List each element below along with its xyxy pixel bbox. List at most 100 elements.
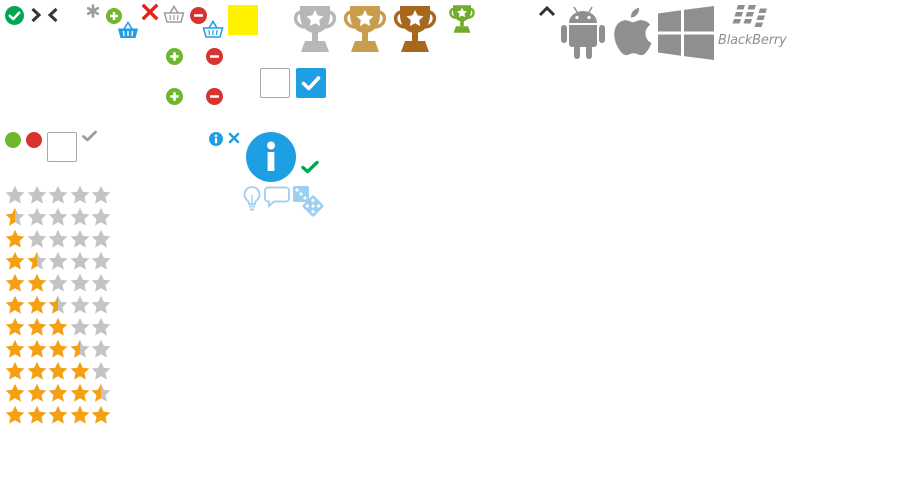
star-icon-half[interactable] — [70, 339, 90, 359]
chevron-up-icon[interactable] — [538, 5, 556, 17]
star-icon-half[interactable] — [48, 295, 68, 315]
star-icon-empty[interactable] — [91, 251, 111, 271]
star-icon-full[interactable] — [27, 317, 47, 337]
star-rating-row[interactable] — [5, 229, 111, 249]
checkbox-checked[interactable] — [296, 68, 326, 98]
basket-icon[interactable] — [163, 4, 185, 23]
star-icon-full[interactable] — [5, 251, 25, 271]
star-rating-row[interactable] — [5, 207, 111, 227]
star-icon-full[interactable] — [27, 383, 47, 403]
star-icon-empty[interactable] — [5, 185, 25, 205]
star-rating-row[interactable] — [5, 185, 111, 205]
status-dot-green — [5, 132, 21, 148]
bronze-trophy-icon — [390, 4, 440, 54]
star-icon-empty[interactable] — [70, 185, 90, 205]
green-trophy-icon — [447, 3, 477, 35]
star-icon-full[interactable] — [27, 273, 47, 293]
star-icon-empty[interactable] — [48, 229, 68, 249]
star-icon-empty[interactable] — [70, 273, 90, 293]
star-icon-full[interactable] — [48, 339, 68, 359]
star-icon-empty[interactable] — [27, 229, 47, 249]
star-rating-row[interactable] — [5, 273, 111, 293]
star-rating-row[interactable] — [5, 295, 111, 315]
star-icon-full[interactable] — [5, 383, 25, 403]
star-icon-empty[interactable] — [91, 207, 111, 227]
star-icon-empty[interactable] — [27, 185, 47, 205]
star-rating-row[interactable] — [5, 251, 111, 271]
status-dot-red — [26, 132, 42, 148]
star-icon-empty[interactable] — [91, 273, 111, 293]
green-checkmark-icon — [301, 160, 319, 174]
star-icon-empty[interactable] — [70, 317, 90, 337]
star-icon-full[interactable] — [5, 361, 25, 381]
silver-trophy-icon — [290, 4, 340, 54]
star-icon-full[interactable] — [48, 317, 68, 337]
star-icon-full[interactable] — [5, 273, 25, 293]
lightbulb-icon — [242, 185, 262, 213]
star-icon-full[interactable] — [27, 295, 47, 315]
star-icon-full[interactable] — [5, 405, 25, 425]
close-x-icon[interactable] — [141, 3, 159, 21]
star-icon-full[interactable] — [27, 361, 47, 381]
star-rating-row[interactable] — [5, 405, 111, 425]
info-icon[interactable] — [246, 132, 296, 182]
dice-icon — [292, 185, 324, 217]
star-icon-empty[interactable] — [48, 185, 68, 205]
asterisk-icon — [86, 4, 100, 18]
star-icon-full[interactable] — [27, 405, 47, 425]
chevron-left-icon[interactable] — [47, 7, 59, 23]
star-icon-empty[interactable] — [70, 229, 90, 249]
yellow-square-swatch — [228, 5, 258, 35]
star-icon-full[interactable] — [70, 361, 90, 381]
star-icon-full[interactable] — [5, 229, 25, 249]
star-rating-row[interactable] — [5, 361, 111, 381]
speech-bubble-icon — [264, 186, 290, 209]
add-circle-icon[interactable] — [166, 88, 183, 105]
grey-checkmark-icon — [82, 130, 97, 142]
star-icon-empty[interactable] — [91, 185, 111, 205]
gold-trophy-icon — [340, 4, 390, 54]
star-icon-empty[interactable] — [91, 229, 111, 249]
star-icon-empty[interactable] — [91, 295, 111, 315]
remove-circle-icon[interactable] — [206, 88, 223, 105]
star-icon-empty[interactable] — [91, 317, 111, 337]
info-small-icon[interactable] — [209, 132, 223, 146]
star-icon-half[interactable] — [27, 251, 47, 271]
basket-remove-icon[interactable] — [202, 19, 224, 38]
star-rating-row[interactable] — [5, 383, 111, 403]
star-icon-empty[interactable] — [70, 295, 90, 315]
star-icon-empty[interactable] — [48, 251, 68, 271]
star-icon-full[interactable] — [27, 339, 47, 359]
star-icon-empty[interactable] — [91, 339, 111, 359]
star-icon-empty[interactable] — [48, 207, 68, 227]
star-icon-empty[interactable] — [91, 361, 111, 381]
star-icon-full[interactable] — [91, 405, 111, 425]
chevron-right-icon[interactable] — [30, 7, 42, 23]
star-icon-empty[interactable] — [27, 207, 47, 227]
close-icon[interactable] — [228, 132, 240, 144]
star-icon-full[interactable] — [70, 405, 90, 425]
check-circle-icon — [5, 6, 24, 25]
star-icon-empty[interactable] — [70, 251, 90, 271]
star-rating-row[interactable] — [5, 339, 111, 359]
star-icon-full[interactable] — [5, 295, 25, 315]
basket-add-icon[interactable] — [117, 20, 139, 39]
star-icon-full[interactable] — [48, 383, 68, 403]
checkbox-unchecked[interactable] — [260, 68, 290, 98]
star-icon-full[interactable] — [48, 405, 68, 425]
star-icon-full[interactable] — [70, 383, 90, 403]
remove-circle-icon[interactable] — [206, 48, 223, 65]
star-rating-row[interactable] — [5, 317, 111, 337]
star-icon-empty[interactable] — [70, 207, 90, 227]
star-icon-full[interactable] — [48, 361, 68, 381]
apple-icon — [611, 6, 653, 58]
star-icon-half[interactable] — [91, 383, 111, 403]
star-icon-half[interactable] — [5, 207, 25, 227]
blackberry-label: BlackBerry — [718, 33, 787, 48]
star-icon-empty[interactable] — [48, 273, 68, 293]
star-icon-full[interactable] — [5, 317, 25, 337]
windows-icon — [658, 6, 714, 60]
small-checkbox-unchecked[interactable] — [47, 132, 77, 162]
add-circle-icon[interactable] — [166, 48, 183, 65]
star-icon-full[interactable] — [5, 339, 25, 359]
